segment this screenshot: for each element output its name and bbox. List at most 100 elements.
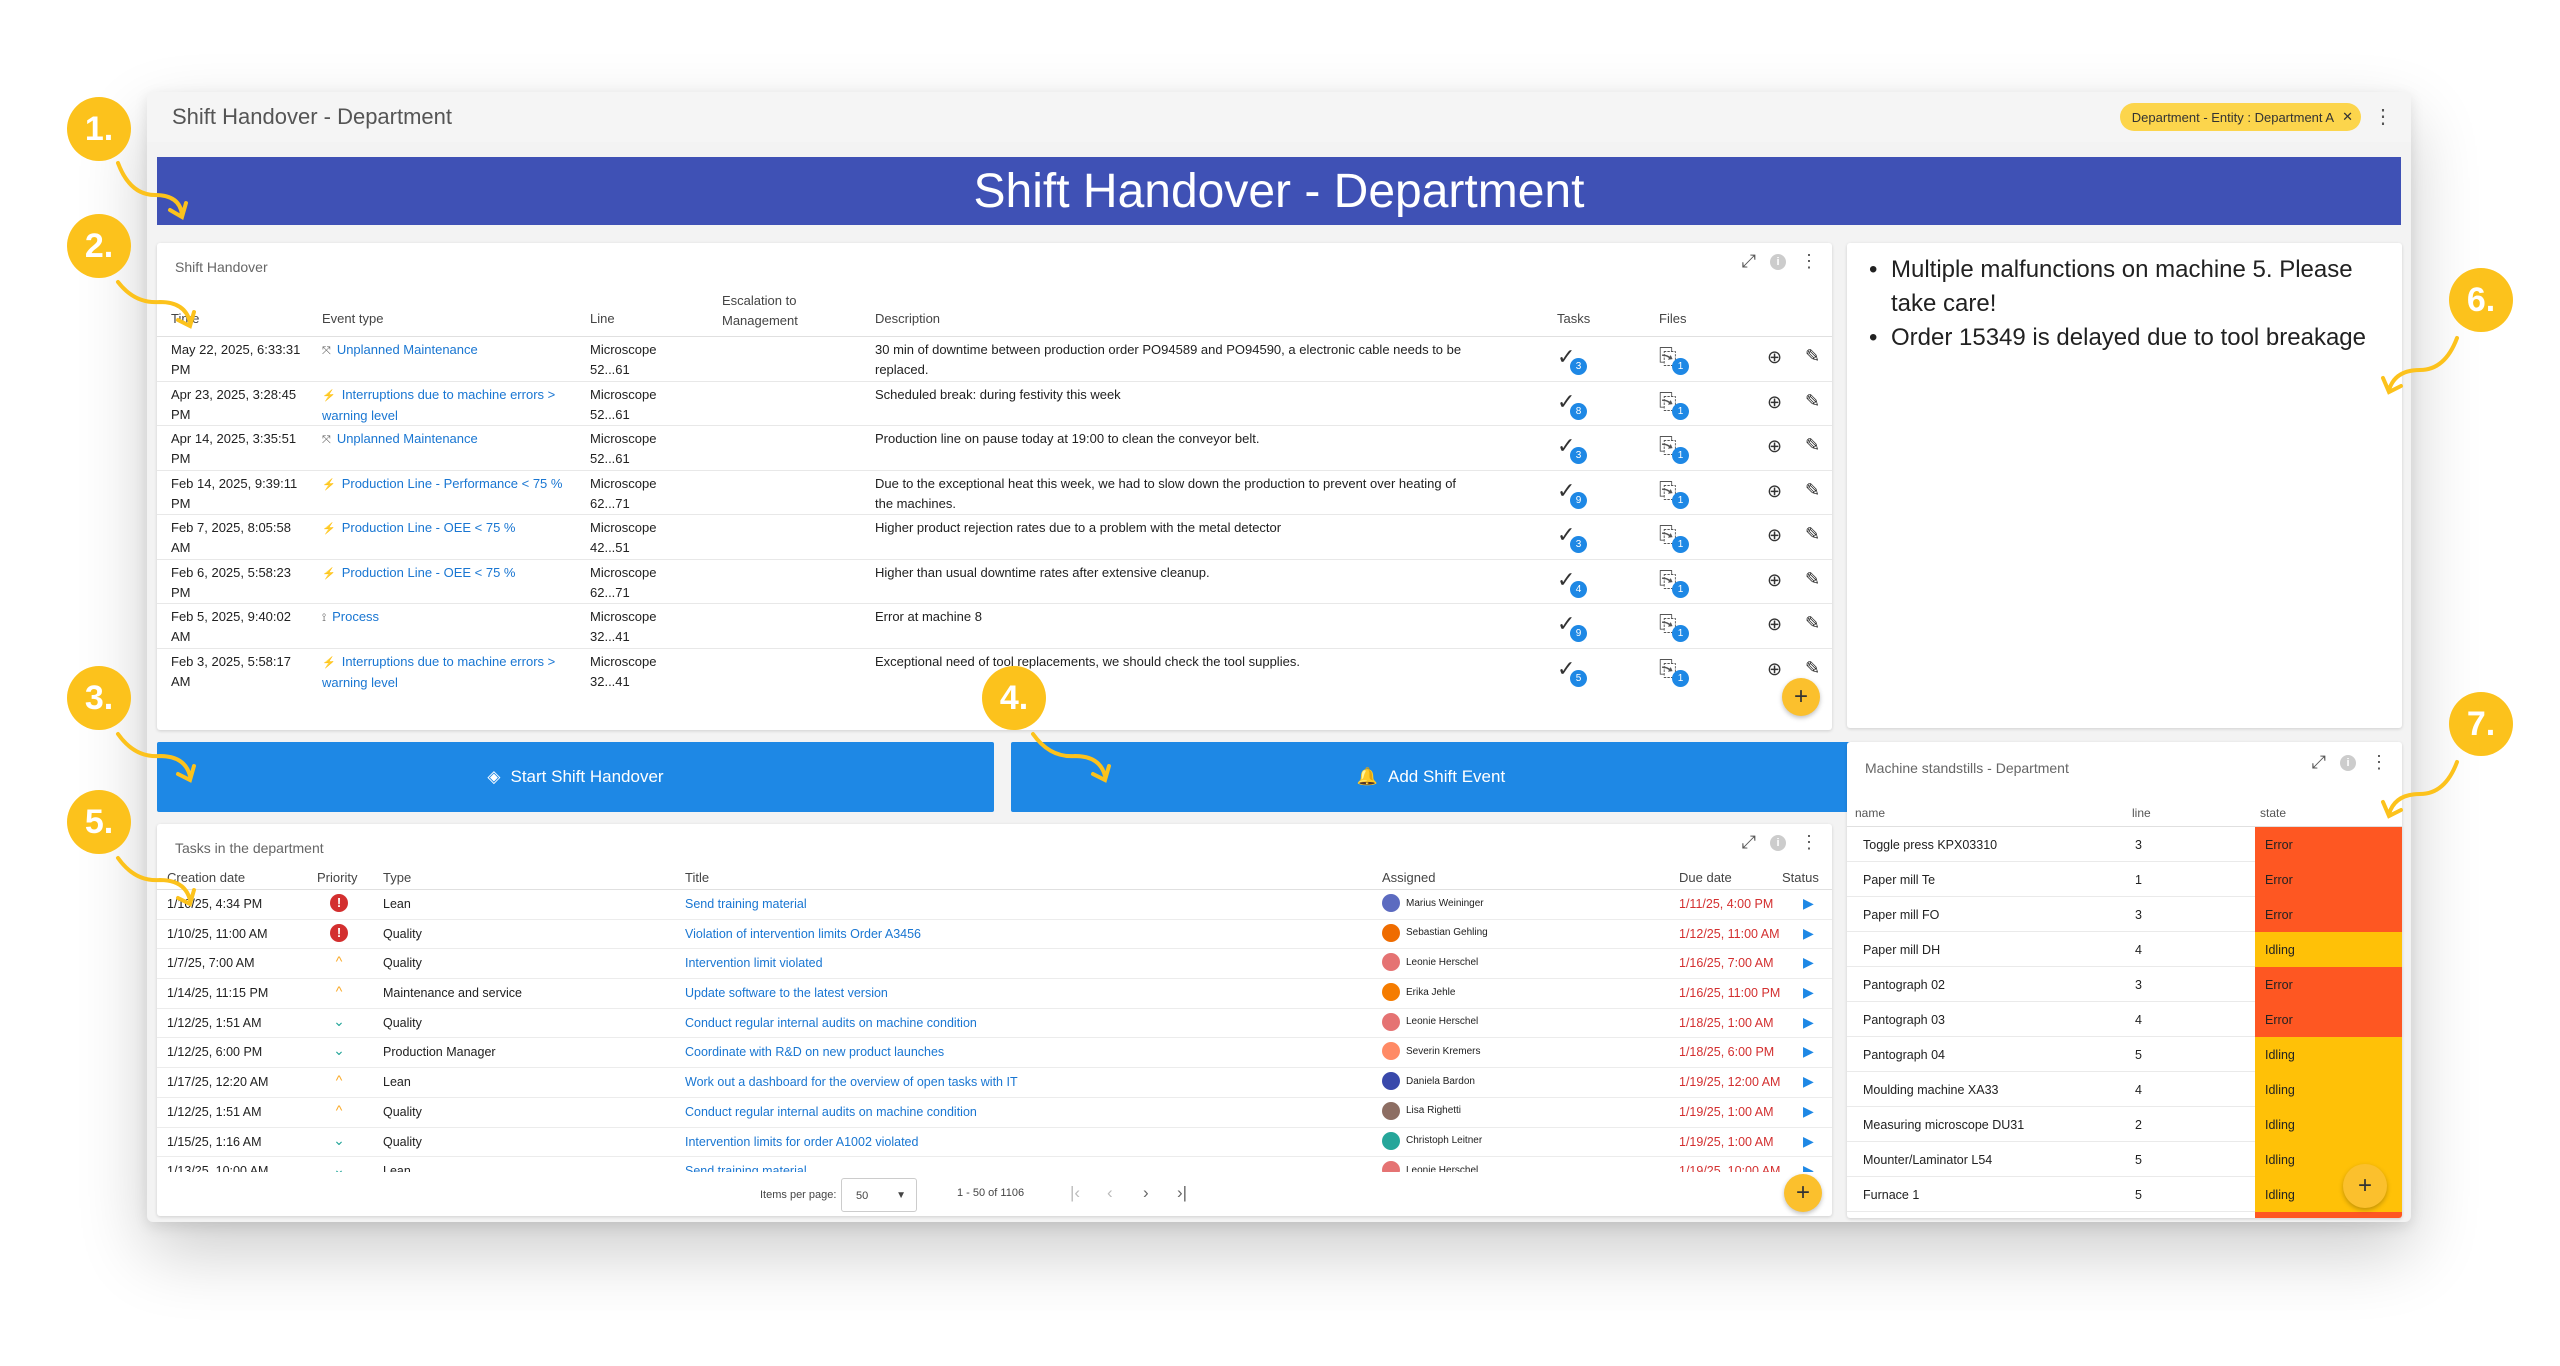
- table-row[interactable]: Feb 7, 2025, 8:05:58 AM ⚡ Production Line …: [157, 515, 1832, 560]
- table-row[interactable]: Painter SCS2300 112Error: [1847, 1212, 2402, 1218]
- last-page-icon[interactable]: ›|: [1177, 1183, 1187, 1203]
- attachment-icon[interactable]: ⎘ 1: [1659, 612, 1689, 642]
- fullscreen-icon[interactable]: ⤢: [1742, 251, 1756, 272]
- table-row[interactable]: Toggle press KPX03310 3 Error: [1847, 827, 2402, 862]
- fullscreen-icon[interactable]: ⤢: [1742, 832, 1756, 853]
- add-task-icon[interactable]: ⊕: [1767, 481, 1782, 502]
- table-row[interactable]: 1/13/25, 10:00 AM ⌄ Lean Send training mate…: [157, 1157, 1832, 1172]
- more-vert-icon[interactable]: ⋮: [2373, 104, 2393, 129]
- event-type-link[interactable]: Interruptions due to machine errors > wa…: [322, 387, 555, 423]
- add-shift-event-button[interactable]: 🔔 Add Shift Event: [1011, 742, 1851, 812]
- more-vert-icon[interactable]: ⋮: [1800, 832, 1818, 853]
- play-icon[interactable]: ▶: [1803, 925, 1814, 942]
- table-row[interactable]: Pantograph 02 3 Error: [1847, 967, 2402, 1002]
- add-task-fab-button[interactable]: +: [1784, 1174, 1822, 1212]
- col-event-type[interactable]: Event type: [322, 311, 383, 326]
- add-task-icon[interactable]: ⊕: [1767, 525, 1782, 546]
- edit-icon[interactable]: ✎: [1805, 658, 1820, 679]
- more-vert-icon[interactable]: ⋮: [1800, 251, 1818, 272]
- event-type-cell[interactable]: ⚡ Interruptions due to machine errors > w…: [322, 385, 587, 426]
- table-row[interactable]: 1/17/25, 12:20 AM ^ Lean Work out a dashboa…: [157, 1068, 1832, 1098]
- title-link[interactable]: Conduct regular internal audits on machi…: [685, 1105, 977, 1119]
- event-type-cell[interactable]: ⚡ Production Line - OEE < 75 %: [322, 563, 587, 584]
- edit-icon[interactable]: ✎: [1805, 391, 1820, 412]
- add-task-icon[interactable]: ⊕: [1767, 659, 1782, 680]
- add-task-icon[interactable]: ⊕: [1767, 570, 1782, 591]
- col-escalation[interactable]: Escalation to: [722, 293, 796, 308]
- col-assigned[interactable]: Assigned: [1382, 870, 1435, 885]
- col-name[interactable]: name: [1855, 806, 1885, 820]
- event-type-link[interactable]: Process: [332, 609, 379, 624]
- edit-icon[interactable]: ✎: [1805, 613, 1820, 634]
- tasks-check-icon[interactable]: ✓ 4: [1557, 567, 1587, 598]
- info-icon[interactable]: i: [1770, 834, 1786, 851]
- col-status[interactable]: Status: [1782, 870, 1819, 885]
- close-icon[interactable]: ✕: [2342, 109, 2353, 125]
- play-icon[interactable]: ▶: [1803, 1014, 1814, 1031]
- info-icon[interactable]: i: [2340, 754, 2356, 771]
- edit-icon[interactable]: ✎: [1805, 524, 1820, 545]
- col-due-date[interactable]: Due date: [1679, 870, 1732, 885]
- table-row[interactable]: 1/14/25, 11:15 PM ^ Maintenance and servic…: [157, 979, 1832, 1009]
- table-row[interactable]: Feb 5, 2025, 9:40:02 AM ⟟ Process Microscop…: [157, 604, 1832, 649]
- table-row[interactable]: 1/12/25, 6:00 PM ⌄ Production Manager Coord…: [157, 1038, 1832, 1069]
- col-type[interactable]: Type: [383, 870, 411, 885]
- tasks-check-icon[interactable]: ✓ 9: [1557, 478, 1587, 509]
- play-icon[interactable]: ▶: [1803, 1043, 1814, 1060]
- items-per-page-select[interactable]: 50 ▼: [841, 1178, 917, 1212]
- table-row[interactable]: Paper mill FO 3 Error: [1847, 897, 2402, 932]
- title-link[interactable]: Intervention limit violated: [685, 956, 823, 970]
- tasks-check-icon[interactable]: ✓ 3: [1557, 434, 1587, 464]
- play-icon[interactable]: ▶: [1803, 954, 1814, 971]
- edit-icon[interactable]: ✎: [1805, 346, 1820, 367]
- title-link[interactable]: Intervention limits for order A1002 viol…: [685, 1135, 918, 1149]
- play-icon[interactable]: ▶: [1803, 1133, 1814, 1150]
- add-task-icon[interactable]: ⊕: [1767, 614, 1782, 635]
- event-type-cell[interactable]: ⤧ Unplanned Maintenance: [322, 340, 587, 361]
- col-description[interactable]: Description: [875, 311, 940, 326]
- table-row[interactable]: Apr 14, 2025, 3:35:51 PM ⤧ Unplanned Maint…: [157, 426, 1832, 471]
- table-row[interactable]: Moulding machine XA33 4 Idling: [1847, 1072, 2402, 1107]
- prev-page-icon[interactable]: ‹: [1107, 1183, 1113, 1203]
- event-type-link[interactable]: Production Line - OEE < 75 %: [342, 520, 516, 535]
- title-link[interactable]: Coordinate with R&D on new product launc…: [685, 1045, 944, 1059]
- play-icon[interactable]: ▶: [1803, 895, 1814, 912]
- title-link[interactable]: Conduct regular internal audits on machi…: [685, 1016, 977, 1030]
- attachment-icon[interactable]: ⎘ 1: [1659, 567, 1689, 598]
- attachment-icon[interactable]: ⎘ 1: [1659, 345, 1689, 375]
- table-row[interactable]: Pantograph 04 5 Idling: [1847, 1037, 2402, 1072]
- info-icon[interactable]: i: [1770, 253, 1786, 270]
- table-row[interactable]: Pantograph 03 4 Error: [1847, 1002, 2402, 1037]
- table-row[interactable]: Paper mill DH 4 Idling: [1847, 932, 2402, 967]
- table-row[interactable]: 1/7/25, 7:00 AM ^ Quality Intervention limi…: [157, 949, 1832, 980]
- fullscreen-icon[interactable]: ⤢: [2312, 752, 2326, 773]
- tasks-check-icon[interactable]: ✓ 8: [1557, 389, 1587, 420]
- add-fab-button[interactable]: +: [1782, 678, 1820, 716]
- event-type-cell[interactable]: ⚡ Production Line - OEE < 75 %: [322, 518, 587, 539]
- attachment-icon[interactable]: ⎘ 1: [1659, 656, 1689, 687]
- tasks-check-icon[interactable]: ✓ 5: [1557, 656, 1587, 687]
- play-icon[interactable]: ▶: [1803, 1073, 1814, 1090]
- col-priority[interactable]: Priority: [317, 870, 357, 885]
- add-standstill-fab-button[interactable]: +: [2343, 1164, 2387, 1208]
- col-title[interactable]: Title: [685, 870, 709, 885]
- start-shift-handover-button[interactable]: ◈ Start Shift Handover: [157, 742, 994, 812]
- event-type-link[interactable]: Production Line - OEE < 75 %: [342, 565, 516, 580]
- attachment-icon[interactable]: ⎘ 1: [1659, 389, 1689, 420]
- col-state[interactable]: state: [2260, 806, 2286, 820]
- tasks-check-icon[interactable]: ✓ 3: [1557, 345, 1587, 375]
- table-row[interactable]: Feb 14, 2025, 9:39:11 PM ⚡ Production Line…: [157, 471, 1832, 515]
- title-link[interactable]: Send training material: [685, 1164, 807, 1172]
- event-type-cell[interactable]: ⤧ Unplanned Maintenance: [322, 429, 587, 450]
- title-link[interactable]: Violation of intervention limits Order A…: [685, 927, 921, 941]
- attachment-icon[interactable]: ⎘ 1: [1659, 434, 1689, 464]
- edit-icon[interactable]: ✎: [1805, 480, 1820, 501]
- play-icon[interactable]: ▶: [1803, 1162, 1814, 1172]
- table-row[interactable]: 1/10/25, 11:00 AM! Quality Violation of in…: [157, 920, 1832, 950]
- play-icon[interactable]: ▶: [1803, 984, 1814, 1001]
- tasks-check-icon[interactable]: ✓ 9: [1557, 612, 1587, 642]
- next-page-icon[interactable]: ›: [1143, 1183, 1149, 1203]
- table-row[interactable]: 1/10/25, 4:34 PM! Lean Send training mater…: [157, 890, 1832, 920]
- table-row[interactable]: Apr 23, 2025, 3:28:45 PM ⚡ Interruptions d…: [157, 382, 1832, 426]
- table-row[interactable]: Mounter/Laminator L54 5 Idling: [1847, 1142, 2402, 1177]
